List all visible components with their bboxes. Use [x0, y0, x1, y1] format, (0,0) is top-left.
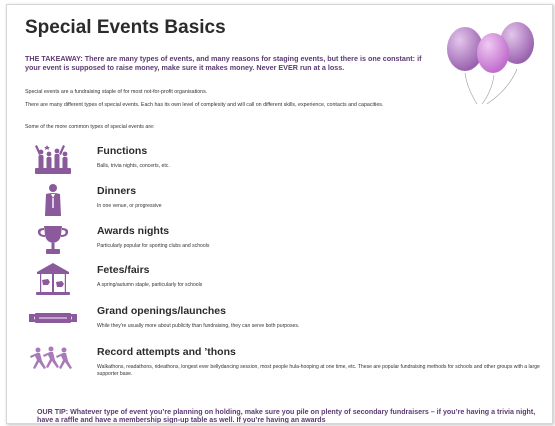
carousel-icon — [36, 263, 70, 295]
trophy-icon — [37, 226, 69, 254]
intro-paragraph: Special events are a fundraising staple … — [25, 89, 208, 95]
event-title: Awards nights — [97, 225, 170, 237]
event-title: Dinners — [97, 185, 137, 197]
event-item-functions: Functions Balls, trivia nights, concerts… — [25, 143, 545, 177]
event-description: Walkathons, readathons, rideathons, long… — [97, 364, 540, 378]
event-description: Balls, trivia nights, concerts, etc. — [97, 163, 170, 169]
event-title: Functions — [97, 145, 148, 157]
takeaway-text: THE TAKEAWAY: There are many types of ev… — [25, 54, 422, 72]
event-title: Grand openings/launches — [97, 305, 226, 317]
event-item-record-attempts: Record attempts and ’thons Walkathons, r… — [25, 344, 545, 378]
crowd-celebration-icon — [35, 145, 71, 174]
runners-icon — [30, 346, 72, 369]
ribbon-banner-icon — [29, 313, 77, 323]
page-title: Special Events Basics — [25, 17, 226, 38]
event-description: While they're usually more about publici… — [97, 323, 300, 329]
document-page: Special Events Basics THE TAKEAWAY: Ther… — [6, 4, 553, 424]
event-item-dinners: Dinners In one venue, or progressive — [25, 183, 545, 217]
event-description: Particularly popular for sporting clubs … — [97, 243, 210, 249]
event-title: Record attempts and ’thons — [97, 346, 236, 358]
event-item-grand-openings: Grand openings/launches While they're us… — [25, 303, 545, 337]
types-paragraph: There are many different types of specia… — [25, 102, 384, 108]
tip-text: OUR TIP: Whatever type of event you’re p… — [37, 408, 536, 424]
balloons-icon — [447, 22, 534, 105]
waiter-icon — [45, 184, 61, 216]
event-description: In one venue, or progressive — [97, 203, 162, 209]
event-description: A spring/autumn staple, particularly for… — [97, 282, 203, 288]
event-item-awards-nights: Awards nights Particularly popular for s… — [25, 223, 545, 257]
event-item-fetes-fairs: Fetes/fairs A spring/autumn staple, part… — [25, 262, 545, 296]
list-intro-paragraph: Some of the more common types of special… — [25, 124, 155, 130]
event-title: Fetes/fairs — [97, 264, 150, 276]
